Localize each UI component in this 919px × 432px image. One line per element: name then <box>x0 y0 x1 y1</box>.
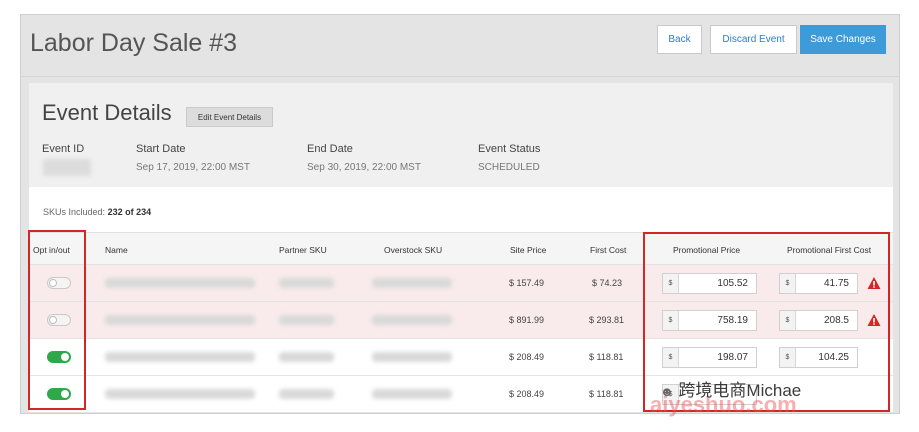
col-promotional-price[interactable]: Promotional Price <box>673 245 740 255</box>
col-name[interactable]: Name <box>105 245 128 255</box>
skus-included-count: 232 of 234 <box>107 207 152 217</box>
currency-symbol: $ <box>663 348 679 367</box>
product-name-redacted <box>105 315 255 325</box>
site-price: $ 891.99 <box>509 315 545 325</box>
site-price: $ 208.49 <box>509 389 545 399</box>
warning-icon <box>867 277 881 289</box>
col-promotional-first-cost[interactable]: Promotional First Cost <box>787 245 871 255</box>
end-date-label: End Date <box>307 143 353 155</box>
promotional-price-field: $ <box>662 310 757 331</box>
site-price: $ 208.49 <box>509 352 545 362</box>
partner-sku-redacted <box>279 352 334 362</box>
watermark-label: 跨境电商Michae <box>678 381 802 400</box>
overstock-sku-redacted <box>372 315 452 325</box>
promotional-price-field: $ <box>662 273 757 294</box>
save-changes-button[interactable]: Save Changes <box>800 25 886 54</box>
promotional-first-cost-field: $ <box>779 273 858 294</box>
watermark-text: ☻ 跨境电商Michae <box>660 376 801 401</box>
event-details-title: Event Details <box>42 100 172 125</box>
site-price: $ 157.49 <box>509 278 545 288</box>
promotional-first-cost-field: $ <box>779 310 858 331</box>
opt-in-toggle[interactable] <box>47 351 71 363</box>
event-status-value: SCHEDULED <box>478 162 540 173</box>
promotional-first-cost-field: $ <box>779 347 858 368</box>
toggle-knob <box>61 390 69 398</box>
currency-symbol: $ <box>780 348 796 367</box>
partner-sku-redacted <box>279 389 334 399</box>
promotional-price-field: $ <box>662 347 757 368</box>
table-row: $ 891.99 $ 293.81 $ $ <box>29 302 893 339</box>
first-cost: $ 118.81 <box>589 352 624 362</box>
col-overstock-sku[interactable]: Overstock SKU <box>384 245 442 255</box>
event-id-value-redacted <box>43 159 91 176</box>
toggle-knob <box>49 316 57 324</box>
first-cost: $ 293.81 <box>589 315 625 325</box>
event-id-label: Event ID <box>42 143 85 155</box>
discard-event-button[interactable]: Discard Event <box>710 25 797 54</box>
col-partner-sku[interactable]: Partner SKU <box>279 245 327 255</box>
overstock-sku-redacted <box>372 352 452 362</box>
page-title: Labor Day Sale #3 <box>30 29 238 57</box>
product-name-redacted <box>105 352 255 362</box>
start-date-value: Sep 17, 2019, 22:00 MST <box>136 162 250 173</box>
end-date-value: Sep 30, 2019, 22:00 MST <box>307 162 421 173</box>
product-name-redacted <box>105 278 255 288</box>
currency-symbol: $ <box>780 311 796 330</box>
warning-icon <box>867 314 881 326</box>
back-button[interactable]: Back <box>657 25 702 54</box>
product-name-redacted <box>105 389 255 399</box>
overstock-sku-redacted <box>372 278 452 288</box>
start-date-label: Start Date <box>136 143 186 155</box>
currency-symbol: $ <box>780 274 796 293</box>
app-window: Labor Day Sale #3 Back Discard Event Sav… <box>20 14 900 414</box>
promotional-price-input[interactable] <box>679 274 756 293</box>
toggle-knob <box>49 279 57 287</box>
event-status-label: Event Status <box>478 143 541 155</box>
opt-in-toggle[interactable] <box>47 388 71 400</box>
overstock-sku-redacted <box>372 389 452 399</box>
currency-symbol: $ <box>663 274 679 293</box>
promotional-first-cost-input[interactable] <box>796 274 857 293</box>
toggle-knob <box>61 353 69 361</box>
first-cost: $ 74.23 <box>592 278 623 288</box>
table-row: $ 157.49 $ 74.23 $ $ <box>29 265 893 302</box>
skus-included-label: SKUs Included: <box>43 207 106 217</box>
promotional-price-input[interactable] <box>679 348 756 367</box>
opt-in-toggle[interactable] <box>47 314 71 326</box>
table-row: $ 208.49 $ 118.81 $ $ <box>29 339 893 376</box>
currency-symbol: $ <box>663 311 679 330</box>
skus-included: SKUs Included: 232 of 234 <box>43 207 151 217</box>
table-header: Opt in/out Name Partner SKU Overstock SK… <box>29 232 893 265</box>
col-opt-in-out[interactable]: Opt in/out <box>33 245 70 255</box>
event-details-panel: Event Details Edit Event Details Event I… <box>29 83 893 187</box>
top-bar: Labor Day Sale #3 Back Discard Event Sav… <box>21 15 899 77</box>
partner-sku-redacted <box>279 315 334 325</box>
edit-event-details-button[interactable]: Edit Event Details <box>186 107 273 127</box>
opt-in-toggle[interactable] <box>47 277 71 289</box>
promotional-price-input[interactable] <box>679 311 756 330</box>
promotional-first-cost-input[interactable] <box>796 311 857 330</box>
col-first-cost[interactable]: First Cost <box>590 245 626 255</box>
promotional-first-cost-input[interactable] <box>796 348 857 367</box>
col-site-price[interactable]: Site Price <box>510 245 546 255</box>
wechat-icon: ☻ <box>660 384 674 399</box>
first-cost: $ 118.81 <box>589 389 624 399</box>
partner-sku-redacted <box>279 278 334 288</box>
